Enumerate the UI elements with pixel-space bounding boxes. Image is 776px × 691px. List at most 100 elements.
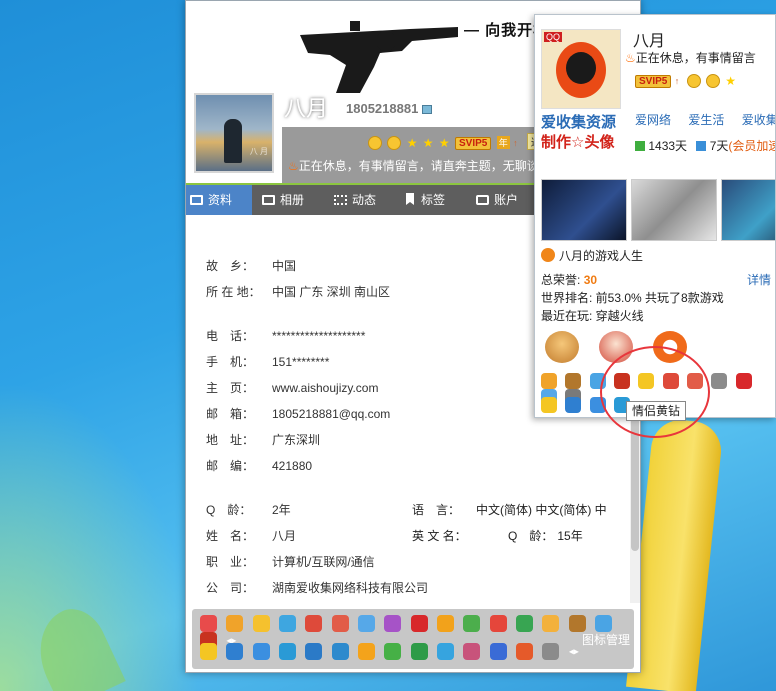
s-badge-icon[interactable]: [279, 643, 297, 660]
shield-badge-icon[interactable]: [565, 397, 582, 413]
game-life-title[interactable]: 八月的游戏人生: [541, 247, 643, 264]
photo-thumb-2[interactable]: [631, 179, 717, 241]
cloud-badge-icon[interactable]: [516, 615, 534, 632]
rank-line: 世界排名: 前53.0% 共玩了8款游戏: [541, 291, 724, 305]
info-row-qage-2: Q 龄： 15年: [508, 529, 583, 543]
red-diamond-icon[interactable]: [410, 615, 428, 632]
sun-level-icon: [387, 135, 402, 150]
green-diamond-icon[interactable]: [463, 615, 481, 632]
info-row-email: 邮 箱： 1805218881@qq.com: [206, 407, 391, 421]
card-links: 爱网络 爱生活 爱收集: [635, 111, 775, 128]
info-row-phone: 电 话： ********************: [206, 329, 366, 343]
grey-badge-icon[interactable]: [711, 373, 728, 389]
revolver-icon: [300, 21, 458, 93]
info-row-address: 地 址： 广东深圳: [206, 433, 321, 447]
star-badge-icon[interactable]: [200, 643, 217, 660]
link-love-life[interactable]: 爱生活: [688, 113, 724, 127]
game-icon: [541, 248, 555, 262]
game-badge-icon[interactable]: [541, 373, 557, 389]
sun-level-icon: [368, 135, 382, 150]
svip-badge[interactable]: SVIP5: [635, 75, 672, 88]
info-row-english-name: 英 文 名：: [412, 529, 467, 543]
calendar-icon: [635, 141, 645, 151]
card-days: 1433天 7天(会员加速: [635, 137, 775, 154]
ruby-badge-icon[interactable]: [489, 615, 507, 632]
link-love-network[interactable]: 爱网络: [635, 113, 671, 127]
heart-badge-icon[interactable]: [200, 615, 217, 632]
music-badge-icon[interactable]: [331, 615, 349, 632]
info-row-qage: Q 龄： 2年: [206, 503, 291, 517]
book-badge-icon[interactable]: [437, 615, 455, 632]
photo-badge-icon[interactable]: [437, 643, 455, 660]
download-badge-icon[interactable]: [410, 643, 428, 660]
lock-badge-icon[interactable]: [358, 643, 376, 660]
edit-icon[interactable]: [421, 105, 432, 114]
photo-thumb-3[interactable]: [721, 179, 775, 241]
link-love-collect[interactable]: 爱收集: [742, 113, 775, 127]
info-row-language: 语 言： 中文(简体) 中文(简体) 中: [412, 503, 607, 517]
card-vip-row: SVIP5 ↑ ★: [635, 73, 738, 88]
game-badge-icon[interactable]: [226, 615, 244, 632]
card-status: ♨正在休息，有事情留言: [625, 51, 756, 65]
info-row-company: 公 司： 湖南爱收集网络科技有限公司: [206, 581, 429, 595]
security-badge-icon[interactable]: [252, 643, 270, 660]
arrows-icon[interactable]: ◂▸: [569, 647, 579, 658]
search-badge-icon[interactable]: [331, 643, 349, 660]
tab-activity[interactable]: 动态: [330, 185, 396, 215]
star-level-icon: ★: [438, 135, 450, 150]
diamond-badge-icon[interactable]: [358, 615, 376, 632]
arrow-up-icon: ↑: [674, 76, 680, 86]
grid-badge-icon[interactable]: [489, 643, 507, 660]
purple-diamond-icon[interactable]: [384, 615, 402, 632]
qq-badge-icon[interactable]: [279, 615, 297, 632]
card-resource-badge: 爱收集资源 制作☆头像: [541, 113, 621, 155]
tab-profile[interactable]: 资料: [186, 185, 252, 215]
sun-level-icon: [686, 73, 701, 88]
nickname: 八月: [284, 96, 329, 121]
avatar[interactable]: 八 月: [194, 93, 274, 173]
penguin-badge-icon[interactable]: [252, 615, 270, 632]
bookmark-icon: [406, 193, 414, 205]
photo-icon: [262, 195, 275, 205]
card-nickname: 八月: [633, 33, 666, 50]
game-stats: 总荣誉: 30 世界排名: 前53.0% 共玩了8款游戏 最近在玩: 穿越火线: [541, 271, 724, 325]
sun-level-icon: [705, 73, 720, 88]
qq-number: 1805218881: [346, 101, 432, 116]
star-level-icon: ★: [406, 135, 418, 150]
info-row-name: 姓 名： 八月: [206, 529, 297, 543]
info-row-location: 所 在 地： 中国 广东 深圳 南山区: [206, 285, 391, 299]
t-badge-icon[interactable]: [305, 643, 323, 660]
play-badge-icon[interactable]: [384, 643, 402, 660]
yellow-badge-icon[interactable]: [542, 615, 560, 632]
pet-badge-icon[interactable]: [463, 643, 481, 660]
info-row-zip: 邮 编： 421880: [206, 459, 313, 473]
pencil-badge-icon[interactable]: [565, 373, 582, 389]
card-avatar[interactable]: QQ: [541, 29, 621, 109]
pet-avatar-1[interactable]: [545, 331, 579, 363]
icon-manage-link[interactable]: 图标管理: [582, 631, 630, 648]
mail-badge-icon[interactable]: [542, 643, 560, 660]
info-row-hometown: 故 乡： 中国: [206, 259, 297, 273]
badge-row-1: ◂▸: [200, 615, 634, 649]
star-badge-icon[interactable]: [541, 397, 557, 413]
highlight-circle: [600, 346, 710, 438]
detail-link[interactable]: 详情: [747, 271, 771, 288]
red-diamond-icon[interactable]: [735, 373, 752, 389]
year-badge: 年: [496, 136, 510, 149]
avatar-tag: QQ: [544, 32, 563, 42]
weather-badge-icon[interactable]: [595, 615, 613, 632]
flame-icon: ♨: [625, 51, 636, 65]
info-row-mobile: 手 机： 151********: [206, 355, 330, 369]
flag-badge-icon[interactable]: [305, 615, 323, 632]
svip-badge[interactable]: SVIP5: [455, 137, 492, 150]
photo-thumb-1[interactable]: [541, 179, 627, 241]
fire-badge-icon[interactable]: [516, 643, 534, 660]
tab-tags[interactable]: 标签: [402, 185, 468, 215]
badge-icon-bar: ◂▸ ◂▸ 图标管理: [192, 609, 634, 669]
shield-badge-icon[interactable]: [226, 643, 244, 660]
flame-icon: ♨: [288, 159, 299, 173]
pencil-badge-icon[interactable]: [568, 615, 586, 632]
tab-account[interactable]: 账户: [472, 185, 538, 215]
tab-album[interactable]: 相册: [258, 185, 324, 215]
info-row-homepage: 主 页： www.aishoujizy.com: [206, 381, 379, 395]
